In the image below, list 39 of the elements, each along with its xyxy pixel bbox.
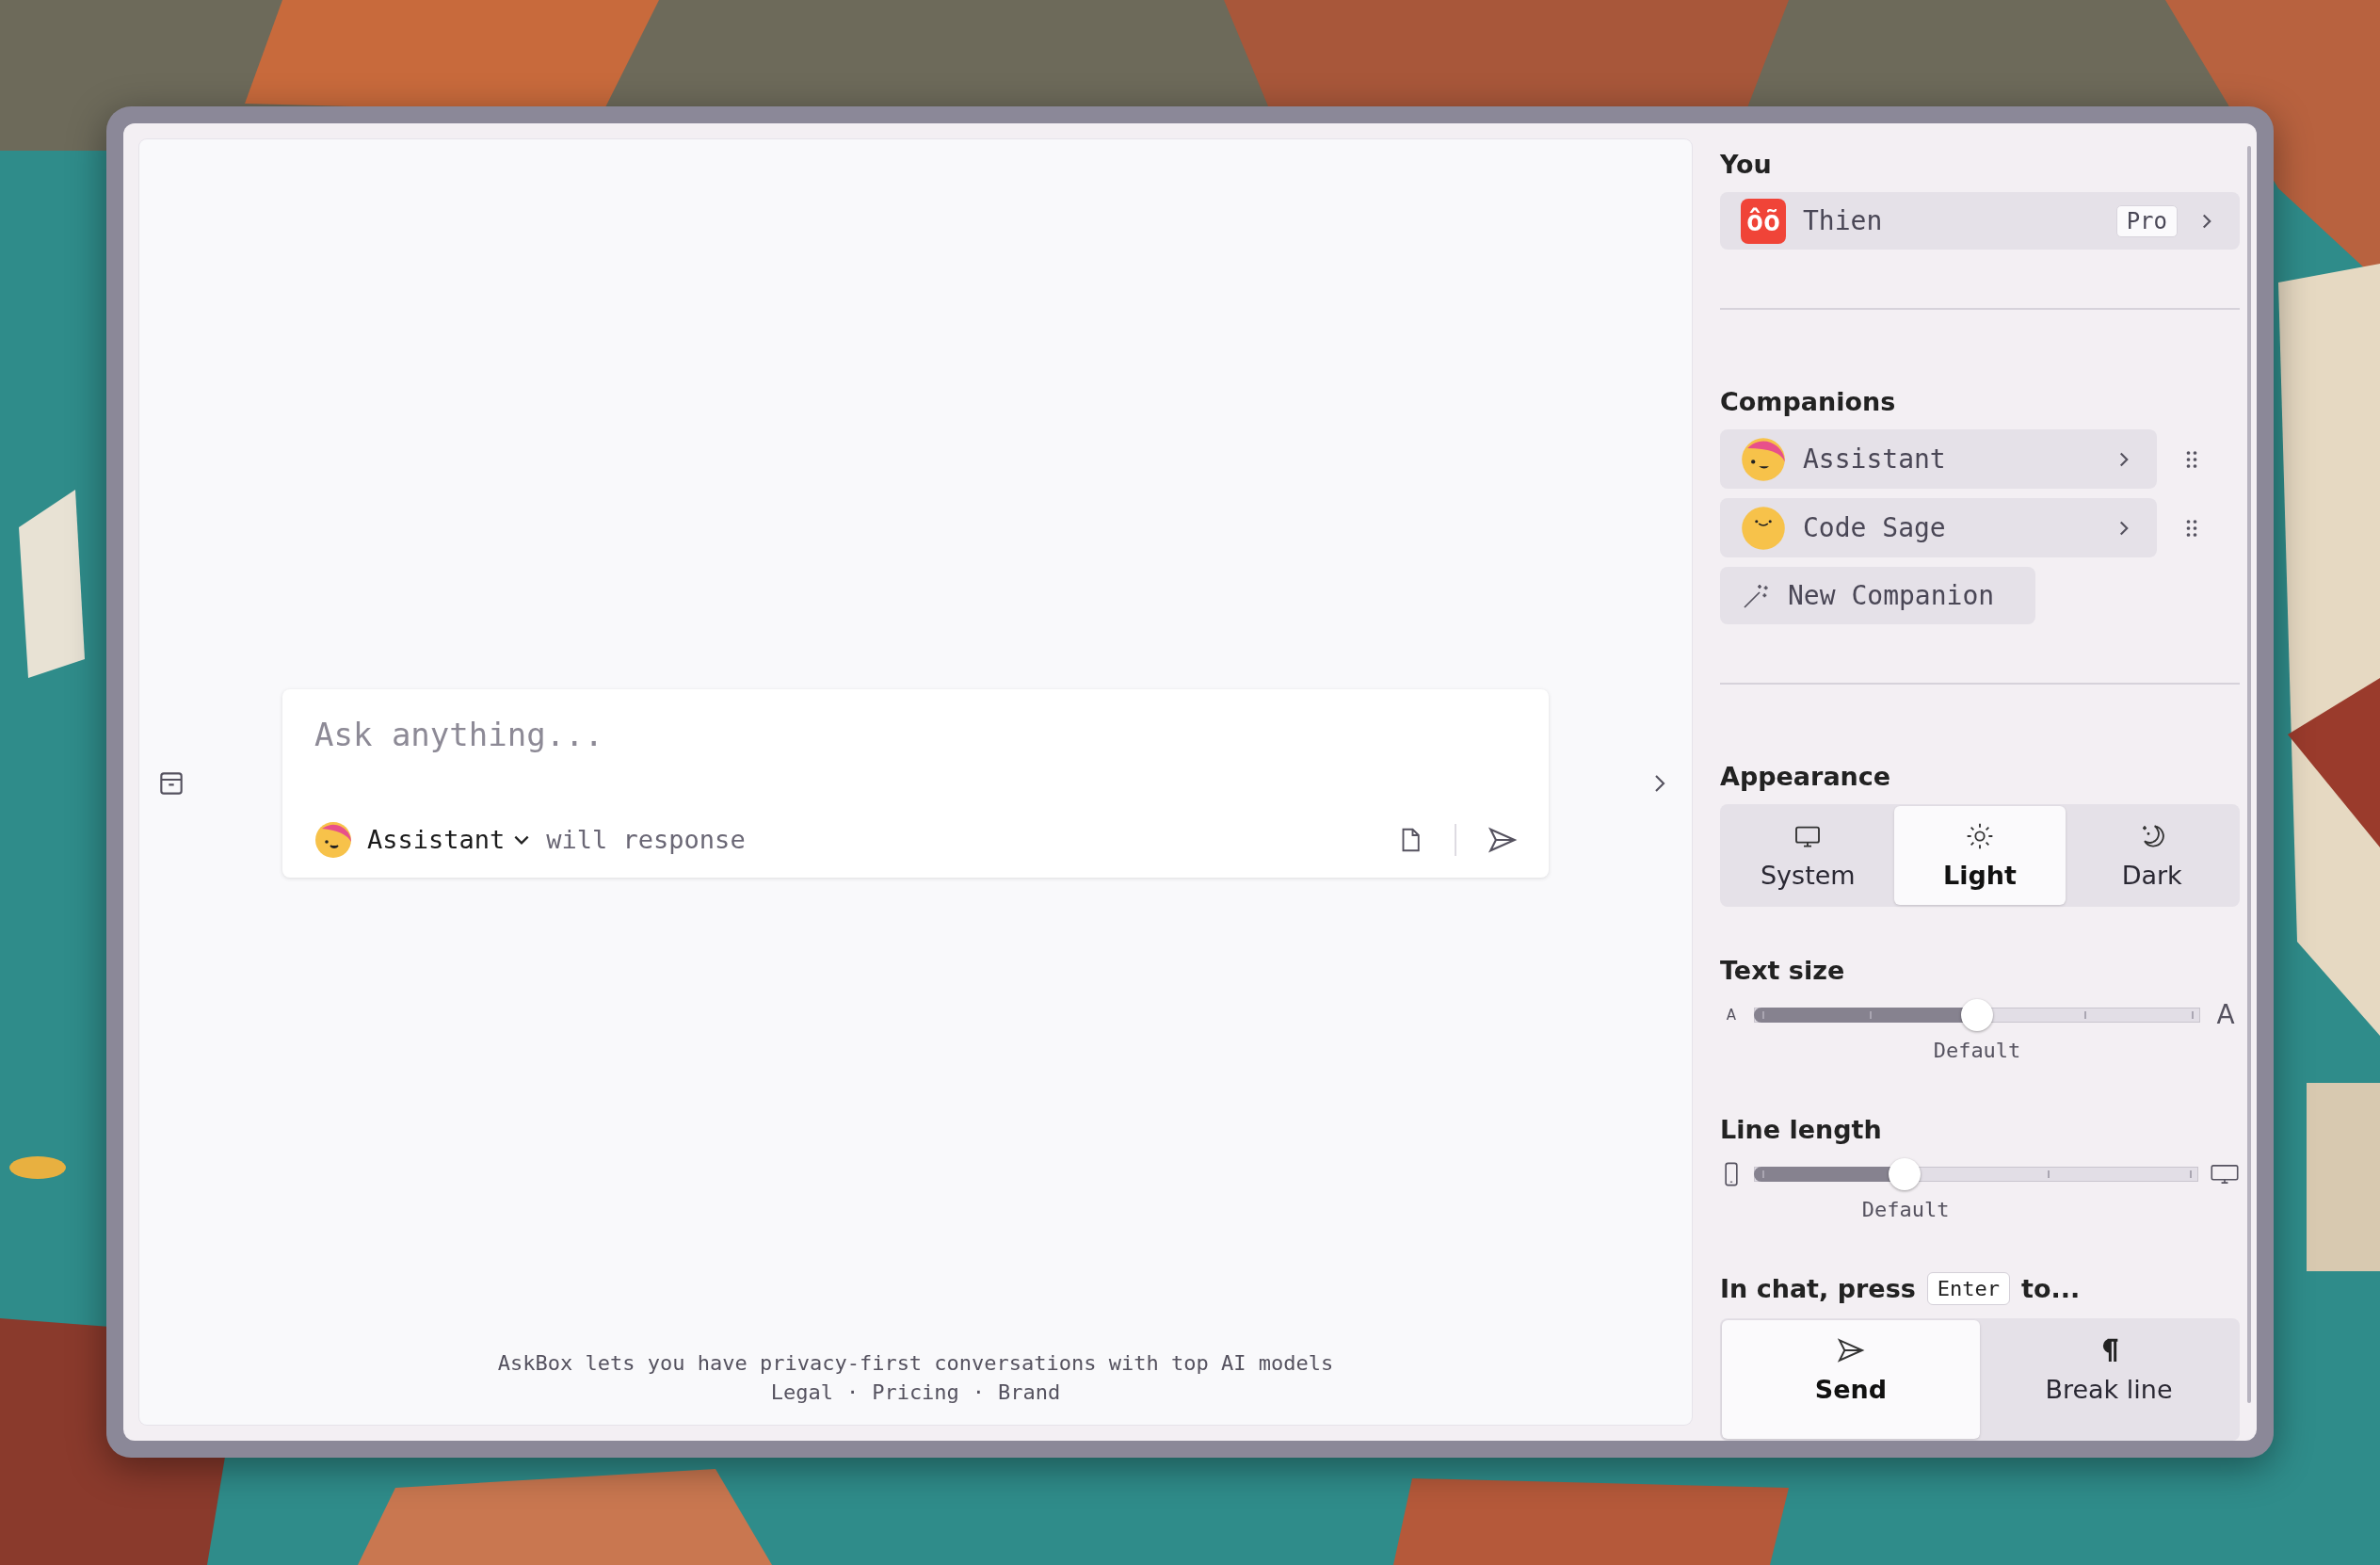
section-heading: Companions [1720, 387, 1897, 417]
slider-thumb[interactable] [1961, 998, 1993, 1031]
appearance-option[interactable]: Dark [2066, 806, 2238, 906]
footer-link[interactable]: Pricing [872, 1380, 959, 1404]
composer-hint: will response [546, 825, 746, 854]
companion-item[interactable]: Code Sage [1720, 498, 2157, 558]
section-heading: Line length [1720, 1115, 1883, 1145]
avatar-icon [314, 820, 352, 859]
avatar-icon [1741, 505, 1786, 551]
separator-dot: · [972, 1380, 986, 1404]
large-text-label: A [2215, 999, 2236, 1031]
companion-item[interactable]: Assistant [1720, 429, 2157, 490]
drag-handle-icon[interactable] [2185, 517, 2198, 539]
section-heading: In chat, press [1720, 1274, 1916, 1303]
footer-text: AskBox lets you have privacy-first conversations with top AI models [497, 1351, 1334, 1375]
section-heading: You [1720, 150, 1773, 179]
footer-link[interactable]: Brand [998, 1380, 1061, 1404]
enter-action-option[interactable]: Send [1722, 1320, 1980, 1439]
plan-badge: Pro [2115, 204, 2178, 237]
message-input[interactable]: Ask anything... [314, 715, 1519, 753]
profile-row[interactable]: ôõ Thien Pro [1720, 192, 2240, 250]
section-heading: Text size [1720, 956, 1846, 986]
user-avatar: ôõ [1741, 198, 1786, 244]
avatar-icon [1741, 436, 1786, 482]
section-heading: Appearance [1720, 762, 1892, 792]
slider-thumb[interactable] [1889, 1157, 1922, 1190]
appearance-option[interactable]: System [1722, 806, 1894, 906]
small-text-label: A [1725, 1006, 1738, 1024]
separator-dot: · [845, 1380, 860, 1404]
new-companion-button[interactable]: New Companion [1720, 567, 2035, 625]
key-label: Enter [1926, 1272, 2010, 1305]
slider-value: Default [1861, 1198, 1950, 1221]
companion-picker[interactable]: Assistant [363, 825, 536, 854]
enter-action-option[interactable]: Break line [1980, 1320, 2238, 1439]
section-heading: to... [2021, 1274, 2081, 1303]
appearance-option[interactable]: Light [1893, 806, 2066, 906]
footer-link[interactable]: Legal [770, 1380, 833, 1404]
slider-value: Default [1933, 1039, 2021, 1063]
drag-handle-icon[interactable] [2185, 448, 2198, 470]
